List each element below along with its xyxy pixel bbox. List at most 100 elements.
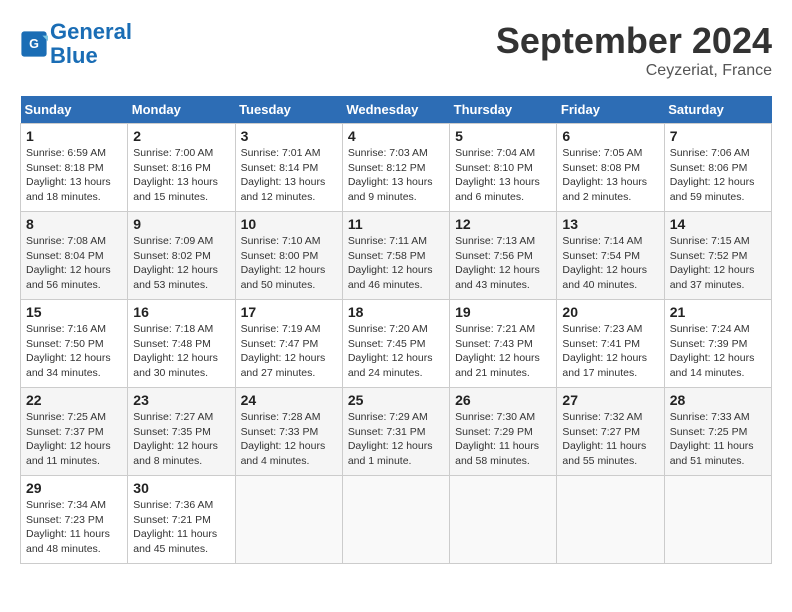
day-number: 8	[26, 216, 122, 232]
day-detail: Sunrise: 7:18 AMSunset: 7:48 PMDaylight:…	[133, 322, 229, 381]
day-detail: Sunrise: 7:21 AMSunset: 7:43 PMDaylight:…	[455, 322, 551, 381]
day-header-monday: Monday	[128, 96, 235, 124]
header-row: SundayMondayTuesdayWednesdayThursdayFrid…	[21, 96, 772, 124]
day-cell-21: 21 Sunrise: 7:24 AMSunset: 7:39 PMDayligh…	[664, 300, 771, 388]
day-detail: Sunrise: 7:08 AMSunset: 8:04 PMDaylight:…	[26, 234, 122, 293]
empty-cell	[235, 476, 342, 564]
day-detail: Sunrise: 7:23 AMSunset: 7:41 PMDaylight:…	[562, 322, 658, 381]
week-row-1: 1 Sunrise: 6:59 AMSunset: 8:18 PMDaylight…	[21, 124, 772, 212]
day-detail: Sunrise: 6:59 AMSunset: 8:18 PMDaylight:…	[26, 146, 122, 205]
day-detail: Sunrise: 7:24 AMSunset: 7:39 PMDaylight:…	[670, 322, 766, 381]
day-cell-18: 18 Sunrise: 7:20 AMSunset: 7:45 PMDayligh…	[342, 300, 449, 388]
day-number: 7	[670, 128, 766, 144]
day-detail: Sunrise: 7:34 AMSunset: 7:23 PMDaylight:…	[26, 498, 122, 557]
day-number: 23	[133, 392, 229, 408]
day-number: 12	[455, 216, 551, 232]
day-number: 9	[133, 216, 229, 232]
day-cell-19: 19Sunrise: 7:21 AMSunset: 7:43 PMDayligh…	[450, 300, 557, 388]
logo: G General Blue	[20, 20, 132, 68]
day-cell-16: 16 Sunrise: 7:18 AMSunset: 7:48 PMDayligh…	[128, 300, 235, 388]
day-number: 28	[670, 392, 766, 408]
day-cell-30: 30 Sunrise: 7:36 AMSunset: 7:21 PMDayligh…	[128, 476, 235, 564]
week-row-3: 15Sunrise: 7:16 AMSunset: 7:50 PMDayligh…	[21, 300, 772, 388]
day-number: 24	[241, 392, 337, 408]
day-cell-5: 5 Sunrise: 7:04 AMSunset: 8:10 PMDaylight…	[450, 124, 557, 212]
day-number: 20	[562, 304, 658, 320]
day-cell-4: 4 Sunrise: 7:03 AMSunset: 8:12 PMDaylight…	[342, 124, 449, 212]
day-detail: Sunrise: 7:13 AMSunset: 7:56 PMDaylight:…	[455, 234, 551, 293]
day-number: 17	[241, 304, 337, 320]
day-cell-17: 17 Sunrise: 7:19 AMSunset: 7:47 PMDayligh…	[235, 300, 342, 388]
day-cell-1: 1 Sunrise: 6:59 AMSunset: 8:18 PMDaylight…	[21, 124, 128, 212]
day-number: 26	[455, 392, 551, 408]
day-cell-26: 26 Sunrise: 7:30 AMSunset: 7:29 PMDayligh…	[450, 388, 557, 476]
day-detail: Sunrise: 7:29 AMSunset: 7:31 PMDaylight:…	[348, 410, 444, 469]
day-header-saturday: Saturday	[664, 96, 771, 124]
day-cell-28: 28 Sunrise: 7:33 AMSunset: 7:25 PMDayligh…	[664, 388, 771, 476]
location: Ceyzeriat, France	[496, 62, 772, 80]
day-header-friday: Friday	[557, 96, 664, 124]
day-cell-23: 23 Sunrise: 7:27 AMSunset: 7:35 PMDayligh…	[128, 388, 235, 476]
day-header-sunday: Sunday	[21, 96, 128, 124]
day-cell-14: 14 Sunrise: 7:15 AMSunset: 7:52 PMDayligh…	[664, 212, 771, 300]
day-cell-8: 8 Sunrise: 7:08 AMSunset: 8:04 PMDaylight…	[21, 212, 128, 300]
day-number: 27	[562, 392, 658, 408]
day-detail: Sunrise: 7:14 AMSunset: 7:54 PMDaylight:…	[562, 234, 658, 293]
day-detail: Sunrise: 7:05 AMSunset: 8:08 PMDaylight:…	[562, 146, 658, 205]
day-cell-7: 7 Sunrise: 7:06 AMSunset: 8:06 PMDaylight…	[664, 124, 771, 212]
day-number: 30	[133, 480, 229, 496]
day-cell-6: 6 Sunrise: 7:05 AMSunset: 8:08 PMDaylight…	[557, 124, 664, 212]
day-detail: Sunrise: 7:27 AMSunset: 7:35 PMDaylight:…	[133, 410, 229, 469]
day-number: 14	[670, 216, 766, 232]
empty-cell	[557, 476, 664, 564]
day-detail: Sunrise: 7:30 AMSunset: 7:29 PMDaylight:…	[455, 410, 551, 469]
day-cell-11: 11Sunrise: 7:11 AMSunset: 7:58 PMDayligh…	[342, 212, 449, 300]
day-cell-29: 29 Sunrise: 7:34 AMSunset: 7:23 PMDayligh…	[21, 476, 128, 564]
day-number: 29	[26, 480, 122, 496]
day-detail: Sunrise: 7:36 AMSunset: 7:21 PMDaylight:…	[133, 498, 229, 557]
day-number: 1	[26, 128, 122, 144]
title-block: September 2024 Ceyzeriat, France	[496, 20, 772, 80]
day-detail: Sunrise: 7:19 AMSunset: 7:47 PMDaylight:…	[241, 322, 337, 381]
day-number: 13	[562, 216, 658, 232]
empty-cell	[342, 476, 449, 564]
day-detail: Sunrise: 7:32 AMSunset: 7:27 PMDaylight:…	[562, 410, 658, 469]
day-cell-10: 10 Sunrise: 7:10 AMSunset: 8:00 PMDayligh…	[235, 212, 342, 300]
day-detail: Sunrise: 7:04 AMSunset: 8:10 PMDaylight:…	[455, 146, 551, 205]
day-detail: Sunrise: 7:15 AMSunset: 7:52 PMDaylight:…	[670, 234, 766, 293]
day-header-tuesday: Tuesday	[235, 96, 342, 124]
day-number: 6	[562, 128, 658, 144]
page-header: G General Blue September 2024 Ceyzeriat,…	[20, 20, 772, 80]
day-cell-20: 20 Sunrise: 7:23 AMSunset: 7:41 PMDayligh…	[557, 300, 664, 388]
day-detail: Sunrise: 7:09 AMSunset: 8:02 PMDaylight:…	[133, 234, 229, 293]
day-number: 10	[241, 216, 337, 232]
day-number: 2	[133, 128, 229, 144]
day-header-wednesday: Wednesday	[342, 96, 449, 124]
day-detail: Sunrise: 7:01 AMSunset: 8:14 PMDaylight:…	[241, 146, 337, 205]
month-title: September 2024	[496, 20, 772, 62]
day-header-thursday: Thursday	[450, 96, 557, 124]
day-number: 18	[348, 304, 444, 320]
day-number: 16	[133, 304, 229, 320]
day-number: 15	[26, 304, 122, 320]
day-cell-22: 22 Sunrise: 7:25 AMSunset: 7:37 PMDayligh…	[21, 388, 128, 476]
day-detail: Sunrise: 7:33 AMSunset: 7:25 PMDaylight:…	[670, 410, 766, 469]
empty-cell	[664, 476, 771, 564]
day-number: 22	[26, 392, 122, 408]
day-number: 3	[241, 128, 337, 144]
day-cell-12: 12 Sunrise: 7:13 AMSunset: 7:56 PMDayligh…	[450, 212, 557, 300]
day-cell-2: 2Sunrise: 7:00 AMSunset: 8:16 PMDaylight…	[128, 124, 235, 212]
day-detail: Sunrise: 7:25 AMSunset: 7:37 PMDaylight:…	[26, 410, 122, 469]
day-detail: Sunrise: 7:20 AMSunset: 7:45 PMDaylight:…	[348, 322, 444, 381]
week-row-4: 22 Sunrise: 7:25 AMSunset: 7:37 PMDayligh…	[21, 388, 772, 476]
day-number: 4	[348, 128, 444, 144]
day-number: 25	[348, 392, 444, 408]
day-detail: Sunrise: 7:06 AMSunset: 8:06 PMDaylight:…	[670, 146, 766, 205]
day-number: 11	[348, 216, 444, 232]
logo-icon: G	[20, 30, 48, 58]
day-detail: Sunrise: 7:10 AMSunset: 8:00 PMDaylight:…	[241, 234, 337, 293]
day-cell-13: 13 Sunrise: 7:14 AMSunset: 7:54 PMDayligh…	[557, 212, 664, 300]
day-number: 21	[670, 304, 766, 320]
day-detail: Sunrise: 7:03 AMSunset: 8:12 PMDaylight:…	[348, 146, 444, 205]
day-number: 5	[455, 128, 551, 144]
